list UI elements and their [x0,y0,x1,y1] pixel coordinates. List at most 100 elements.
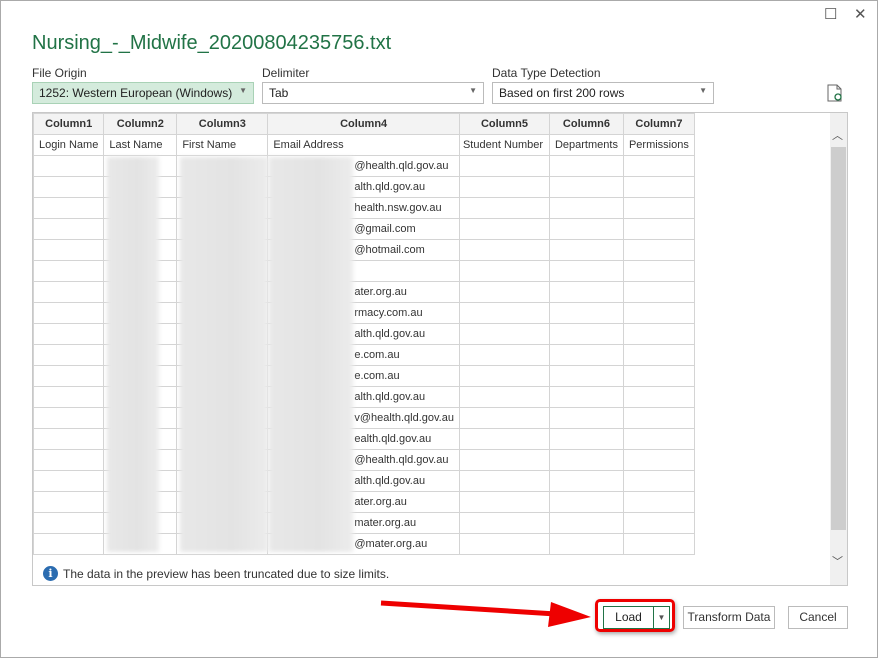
table-cell [622,260,695,282]
column-header[interactable]: Column7 [622,113,695,135]
table-cell [622,449,695,471]
table-cell [622,428,695,450]
table-cell [458,512,550,534]
column-header[interactable]: Column1 [32,113,105,135]
table-cell [458,491,550,513]
column-header[interactable]: Column2 [103,113,178,135]
table-cell [32,512,105,534]
file-origin-label: File Origin [32,66,87,80]
refresh-preview-icon[interactable] [827,84,843,102]
scrollbar-thumb[interactable] [831,147,846,530]
table-cell [32,239,105,261]
column-header[interactable]: Column4 [267,113,460,135]
chevron-down-icon: ▼ [699,86,707,95]
table-cell [458,533,550,555]
table-cell [622,470,695,492]
column-header[interactable]: Column5 [458,113,550,135]
header-cell: Departments [548,134,624,156]
delimiter-label: Delimiter [262,66,310,80]
table-cell [622,512,695,534]
table-cell [548,449,624,471]
table-cell [458,302,550,324]
import-dialog: ☐ ✕ Nursing_-_Midwife_20200804235756.txt… [0,0,878,658]
table-cell [622,239,695,261]
detection-select[interactable]: Based on first 200 rows ▼ [492,82,714,104]
preview-grid: Column1 Column2 Column3 Column4 Column5 Colum… [32,112,848,586]
table-cell [622,533,695,555]
file-origin-value: 1252: Western European (Windows) [39,86,233,100]
table-cell [458,323,550,345]
table-cell [32,407,105,429]
table-cell [32,533,105,555]
maximize-icon[interactable]: ☐ [824,5,837,23]
table-cell [622,155,695,177]
table-cell [32,365,105,387]
load-button[interactable]: Load ▼ [603,606,670,629]
table-cell [548,533,624,555]
file-origin-select[interactable]: 1252: Western European (Windows) ▼ [32,82,254,104]
column-header[interactable]: Column3 [176,113,269,135]
table-cell [622,197,695,219]
info-icon: i [43,566,58,581]
column-header[interactable]: Column6 [548,113,624,135]
table-cell [548,155,624,177]
table-cell [458,470,550,492]
table-cell [32,386,105,408]
delimiter-select[interactable]: Tab ▼ [262,82,484,104]
transform-data-button[interactable]: Transform Data [683,606,775,629]
table-cell [458,155,550,177]
table-cell [548,197,624,219]
table-cell [32,155,105,177]
cancel-button[interactable]: Cancel [788,606,848,629]
table-cell [548,218,624,240]
table-cell [548,302,624,324]
load-label[interactable]: Load [604,607,654,628]
scroll-up-icon[interactable]: ︿ [832,127,843,143]
table-cell [548,260,624,282]
table-cell [548,239,624,261]
table-cell [458,449,550,471]
table-cell [458,386,550,408]
header-cell: Student Number [458,134,550,156]
table-cell [622,176,695,198]
load-dropdown-icon[interactable]: ▼ [654,607,669,628]
redacted-last-names [107,157,159,552]
header-cell: Login Name [32,134,105,156]
table-cell [548,407,624,429]
table-cell [548,386,624,408]
table-cell [32,260,105,282]
table-cell [622,365,695,387]
table-cell [32,176,105,198]
table-cell [622,407,695,429]
table-cell [458,176,550,198]
table-cell [32,344,105,366]
scroll-down-icon[interactable]: ﹀ [832,553,843,569]
detection-value: Based on first 200 rows [499,86,625,100]
table-cell [458,428,550,450]
table-cell [548,491,624,513]
table-cell [548,281,624,303]
detection-label: Data Type Detection [492,66,601,80]
table-cell [548,323,624,345]
truncation-notice: i The data in the preview has been trunca… [43,566,389,581]
close-icon[interactable]: ✕ [854,5,867,23]
table-cell [548,344,624,366]
table-cell [548,512,624,534]
table-cell [548,365,624,387]
truncation-text: The data in the preview has been truncat… [63,566,390,581]
table-cell [458,365,550,387]
table-cell [548,428,624,450]
delimiter-value: Tab [269,86,289,100]
header-data-row: Login Name Last Name First Name Email Addre… [32,134,695,156]
table-cell [548,470,624,492]
header-cell: Email Address [267,134,460,156]
table-cell [32,323,105,345]
table-cell [32,449,105,471]
table-cell [32,218,105,240]
vertical-scrollbar[interactable]: ︿ ﹀ [830,113,847,585]
table-cell [622,281,695,303]
table-cell [622,323,695,345]
table-cell [32,428,105,450]
table-cell [458,407,550,429]
table-cell [458,344,550,366]
